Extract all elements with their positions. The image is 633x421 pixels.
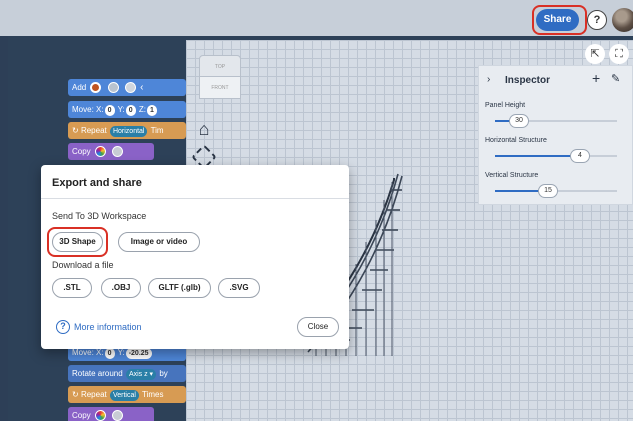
panel-height-label: Panel Height bbox=[485, 102, 526, 109]
sphere-swatch-icon[interactable] bbox=[107, 82, 119, 94]
repeat-label: Repeat bbox=[80, 126, 107, 135]
vertical-variable[interactable]: Vertical bbox=[109, 390, 139, 401]
y-label: Y: bbox=[117, 105, 125, 114]
repeat-icon: ↻ bbox=[72, 126, 79, 135]
y2-label: Y: bbox=[117, 348, 125, 357]
gltf-button[interactable]: GLTF (.glb) bbox=[148, 278, 211, 298]
y2-value[interactable]: -20.25 bbox=[125, 348, 152, 359]
repeat-icon-2: ↻ bbox=[72, 390, 79, 399]
chevron-left-icon[interactable]: ‹ bbox=[140, 82, 143, 93]
repeat-block-2[interactable]: ↻ Repeat Vertical Times bbox=[68, 386, 186, 403]
repeat-label-2: Repeat bbox=[80, 390, 107, 399]
times-label-2: Times bbox=[142, 390, 164, 399]
download-section-label: Download a file bbox=[52, 260, 114, 270]
copy-label: Copy bbox=[72, 147, 91, 156]
avatar[interactable] bbox=[612, 8, 633, 32]
inspector-title: Inspector bbox=[505, 75, 551, 86]
inspector-toolbar: ⇱ ⛶ bbox=[581, 44, 633, 64]
comment-icon[interactable]: ⇱ bbox=[585, 44, 605, 64]
3d-shape-button[interactable]: 3D Shape bbox=[52, 232, 103, 252]
vertical-structure-track[interactable]: 15 bbox=[495, 184, 617, 198]
add-label: Add bbox=[72, 83, 87, 92]
z-label: Z: bbox=[138, 105, 146, 114]
rotate-block[interactable]: Rotate around Axis z ▾ by bbox=[68, 365, 186, 382]
dialog-divider bbox=[41, 198, 349, 199]
panel-height-thumb[interactable]: 30 bbox=[509, 114, 529, 128]
top-bar: Share ? bbox=[0, 0, 633, 36]
app-root: Share ? TOP FRONT ⌂ Add ‹ Move: X: 0 Y: … bbox=[0, 0, 633, 421]
svg-button[interactable]: .SVG bbox=[218, 278, 260, 298]
horizontal-structure-thumb[interactable]: 4 bbox=[570, 149, 590, 163]
cylinder-swatch-icon[interactable] bbox=[124, 82, 136, 94]
move-label-2: Move: bbox=[72, 348, 94, 357]
chevron-right-icon[interactable]: › bbox=[487, 74, 490, 85]
dialog-title: Export and share bbox=[52, 177, 142, 189]
vertical-structure-thumb[interactable]: 15 bbox=[538, 184, 558, 198]
stl-button[interactable]: .STL bbox=[52, 278, 92, 298]
view-cube-top[interactable]: TOP bbox=[199, 55, 241, 77]
fullscreen-icon[interactable]: ⛶ bbox=[609, 44, 629, 64]
horizontal-structure-label: Horizontal Structure bbox=[485, 137, 547, 144]
vertical-structure-row: Vertical Structure 15 bbox=[485, 172, 625, 202]
x-label: X: bbox=[96, 105, 104, 114]
times-label: Tim bbox=[150, 126, 164, 135]
axis-dropdown[interactable]: Axis z ▾ bbox=[125, 369, 157, 380]
x2-label: X: bbox=[96, 348, 104, 357]
copy-block-2[interactable]: Copy bbox=[68, 407, 154, 421]
horizontal-variable[interactable]: Horizontal bbox=[109, 126, 148, 137]
edit-icon[interactable]: ✎ bbox=[611, 72, 620, 85]
send-section-label: Send To 3D Workspace bbox=[52, 211, 147, 221]
no-color-icon-2[interactable] bbox=[112, 410, 124, 421]
panel-height-track[interactable]: 30 bbox=[495, 114, 617, 128]
copy-label-2: Copy bbox=[72, 411, 91, 420]
help-button[interactable]: ? bbox=[587, 10, 607, 30]
help-circle-icon[interactable]: ? bbox=[56, 320, 70, 334]
color-wheel-icon-2[interactable] bbox=[94, 410, 106, 421]
horizontal-structure-track[interactable]: 4 bbox=[495, 149, 617, 163]
rotate-label: Rotate around bbox=[72, 369, 123, 378]
x2-value[interactable]: 0 bbox=[104, 348, 115, 359]
x-value[interactable]: 0 bbox=[104, 105, 115, 116]
home-icon[interactable]: ⌂ bbox=[193, 118, 215, 140]
obj-button[interactable]: .OBJ bbox=[101, 278, 141, 298]
view-cube[interactable]: TOP FRONT bbox=[199, 55, 241, 101]
vertical-structure-label: Vertical Structure bbox=[485, 172, 539, 179]
close-button[interactable]: Close bbox=[297, 317, 339, 337]
no-color-icon[interactable] bbox=[112, 146, 124, 158]
shape-swatch-icon[interactable] bbox=[90, 82, 102, 94]
view-cube-front[interactable]: FRONT bbox=[199, 77, 241, 99]
color-wheel-icon[interactable] bbox=[94, 146, 106, 158]
add-icon[interactable]: + bbox=[592, 70, 600, 86]
move-label: Move: bbox=[72, 105, 94, 114]
y-value[interactable]: 0 bbox=[125, 105, 136, 116]
horizontal-structure-row: Horizontal Structure 4 bbox=[485, 137, 625, 167]
horizontal-structure-fill bbox=[495, 155, 578, 157]
share-highlight-box bbox=[532, 5, 587, 35]
add-block[interactable]: Add ‹ bbox=[68, 79, 186, 96]
by-label: by bbox=[159, 369, 168, 378]
more-information-link[interactable]: More information bbox=[74, 322, 142, 332]
inspector-panel: › Inspector + ✎ Panel Height 30 Horizont… bbox=[478, 65, 633, 205]
export-share-dialog: Export and share Send To 3D Workspace 3D… bbox=[41, 165, 349, 349]
z-value[interactable]: 1 bbox=[146, 105, 157, 116]
image-video-button[interactable]: Image or video bbox=[118, 232, 200, 252]
repeat-block[interactable]: ↻ Repeat Horizontal Tim bbox=[68, 122, 186, 139]
copy-block[interactable]: Copy bbox=[68, 143, 154, 160]
move-block[interactable]: Move: X: 0 Y: 0 Z: 1 bbox=[68, 101, 186, 118]
panel-height-row: Panel Height 30 bbox=[485, 102, 625, 132]
